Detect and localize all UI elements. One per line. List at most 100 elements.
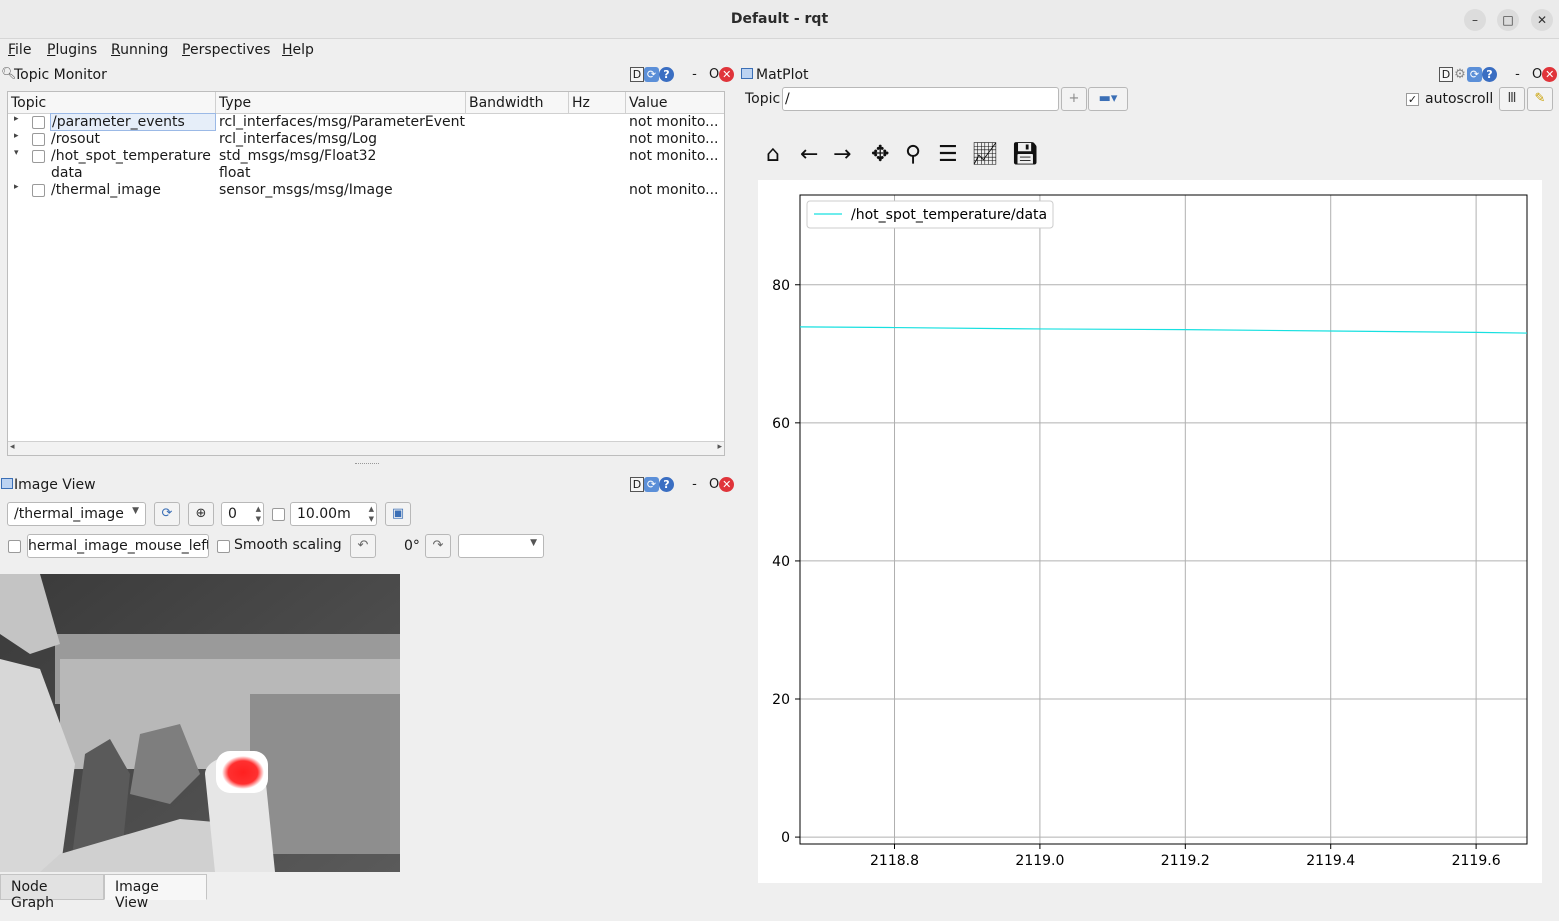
scroll-left-icon[interactable]: ◂: [10, 442, 15, 452]
add-topic-button[interactable]: +: [1061, 87, 1087, 111]
column-header-type[interactable]: Type: [216, 92, 466, 114]
scroll-right-icon[interactable]: ▸: [717, 442, 722, 452]
gear-icon[interactable]: ⚙: [1453, 67, 1467, 82]
x-tick-label: 2119.0: [1015, 853, 1064, 869]
help-icon[interactable]: ?: [659, 67, 674, 82]
reload-icon[interactable]: ⟳: [644, 477, 659, 492]
window-title: Default - rqt: [730, 11, 829, 27]
max-age-spinbox[interactable]: 10.00m ▲ ▼: [290, 502, 377, 526]
topic-monitor-dock-controls: D ⟳? - O ✕: [630, 67, 735, 83]
zoom-button[interactable]: ⊕: [188, 502, 214, 526]
minimize-button[interactable]: –: [1464, 9, 1486, 31]
clear-plot-button[interactable]: ✎: [1527, 87, 1553, 111]
matplot-header: MatPlot D ⚙ ⟳? - O ✕: [740, 64, 1559, 86]
help-icon[interactable]: ?: [659, 477, 674, 492]
window-titlebar: Default - rqt – □ ✕: [0, 0, 1559, 39]
x-tick-label: 2119.2: [1161, 853, 1210, 869]
reload-icon[interactable]: ⟳: [644, 67, 659, 82]
image-topic-select[interactable]: /thermal_image ▼: [7, 502, 146, 526]
maximize-button[interactable]: □: [1497, 9, 1519, 31]
image-view-dock-controls: D ⟳? - O ✕: [630, 477, 735, 493]
minimize-dock-icon[interactable]: -: [692, 67, 697, 82]
monitor-checkbox[interactable]: [32, 150, 45, 163]
table-row[interactable]: data float: [8, 165, 724, 182]
spin-value: 0: [228, 506, 237, 522]
expand-arrow-icon[interactable]: ▸: [14, 131, 19, 141]
edit-axis-icon[interactable]: 📈︎: [971, 142, 999, 167]
menu-help[interactable]: Help: [282, 42, 314, 58]
topic-input[interactable]: /: [782, 87, 1059, 111]
float-dock-icon[interactable]: O: [709, 67, 719, 82]
column-header-topic[interactable]: Topic: [8, 92, 216, 114]
reload-icon[interactable]: ⟳: [1467, 67, 1482, 82]
max-age-value: 10.00m: [297, 506, 351, 522]
close-dock-icon[interactable]: ✕: [719, 477, 735, 492]
splitter-handle[interactable]: [355, 463, 379, 466]
minimize-dock-icon[interactable]: -: [1515, 67, 1520, 82]
smooth-scaling-checkbox[interactable]: [217, 540, 230, 553]
collapse-arrow-icon[interactable]: ▾: [14, 148, 19, 158]
matplot-icon: [741, 68, 753, 79]
color-scheme-select[interactable]: ▼: [458, 534, 544, 558]
mouse-topic-input[interactable]: hermal_image_mouse_left: [27, 534, 209, 558]
smooth-scaling-label: Smooth scaling: [234, 537, 342, 553]
column-header-value[interactable]: Value: [626, 92, 724, 114]
max-age-checkbox[interactable]: [272, 508, 285, 521]
float-dock-icon[interactable]: O: [709, 477, 719, 492]
table-row[interactable]: ▾ /hot_spot_temperature std_msgs/msg/Flo…: [8, 148, 724, 165]
topic-name: /rosout: [51, 131, 100, 147]
publish-click-checkbox[interactable]: [8, 540, 21, 553]
rotation-label: 0°: [404, 538, 420, 554]
thermal-image[interactable]: [0, 574, 400, 872]
monitor-checkbox[interactable]: [32, 184, 45, 197]
save-image-button[interactable]: ▣: [385, 502, 411, 526]
remove-topic-button[interactable]: ▬▾: [1088, 87, 1128, 111]
close-dock-icon[interactable]: ✕: [719, 67, 735, 82]
tab-node-graph[interactable]: Node Graph: [0, 874, 104, 911]
mouse-topic-value: hermal_image_mouse_left: [28, 538, 209, 554]
refresh-topics-button[interactable]: ⟳: [154, 502, 180, 526]
close-window-button[interactable]: ✕: [1531, 9, 1553, 31]
minimize-dock-icon[interactable]: -: [692, 477, 697, 492]
expand-arrow-icon[interactable]: ▸: [14, 114, 19, 124]
zoom-icon[interactable]: ⚲: [905, 142, 921, 167]
monitor-checkbox[interactable]: [32, 133, 45, 146]
tab-image-view[interactable]: Image View: [104, 874, 207, 911]
save-icon[interactable]: 💾︎: [1011, 142, 1039, 167]
menu-file[interactable]: File: [8, 42, 31, 58]
menu-perspectives[interactable]: Perspectives: [182, 42, 270, 58]
topic-type: rcl_interfaces/msg/Log: [219, 131, 378, 147]
back-icon[interactable]: ←: [800, 142, 818, 167]
home-icon[interactable]: ⌂: [766, 142, 780, 167]
expand-arrow-icon[interactable]: ▸: [14, 182, 19, 192]
menu-running[interactable]: Running: [111, 42, 168, 58]
rotate-right-button[interactable]: ↷: [425, 534, 451, 558]
dock-d-icon[interactable]: D: [630, 67, 644, 82]
table-row[interactable]: ▸ /parameter_events rcl_interfaces/msg/P…: [8, 113, 724, 131]
horizontal-scrollbar[interactable]: ◂ ▸: [8, 441, 724, 455]
spin-arrows-icon[interactable]: ▲ ▼: [369, 504, 374, 524]
autoscroll-checkbox[interactable]: ✓: [1406, 93, 1419, 106]
pause-button[interactable]: Ⅲ: [1499, 87, 1525, 111]
float-dock-icon[interactable]: O: [1532, 67, 1542, 82]
dock-d-icon[interactable]: D: [630, 477, 644, 492]
help-icon[interactable]: ?: [1482, 67, 1497, 82]
x-tick-label: 2119.6: [1452, 853, 1501, 869]
plot-canvas[interactable]: 2118.8 2119.0 2119.2 2119.4 2119.6 0 20 40 60 80 /…: [758, 180, 1542, 883]
column-header-hz[interactable]: Hz: [569, 92, 626, 114]
spin-box[interactable]: 0 ▲ ▼: [221, 502, 264, 526]
menu-plugins[interactable]: Plugins: [47, 42, 97, 58]
close-dock-icon[interactable]: ✕: [1542, 67, 1558, 82]
table-row[interactable]: ▸ /rosout rcl_interfaces/msg/Log not mon…: [8, 131, 724, 148]
dock-d-icon[interactable]: D: [1439, 67, 1453, 82]
image-view-title: Image View: [14, 477, 96, 493]
rotate-left-button[interactable]: ↶: [350, 534, 376, 558]
monitor-checkbox[interactable]: [32, 116, 45, 129]
matplot-title: MatPlot: [756, 67, 809, 83]
configure-icon[interactable]: ☰: [938, 142, 958, 167]
spin-arrows-icon[interactable]: ▲ ▼: [256, 504, 261, 524]
pan-icon[interactable]: ✥: [871, 142, 889, 167]
forward-icon[interactable]: →: [833, 142, 851, 167]
table-row[interactable]: ▸ /thermal_image sensor_msgs/msg/Image n…: [8, 182, 724, 199]
column-header-bandwidth[interactable]: Bandwidth: [466, 92, 569, 114]
